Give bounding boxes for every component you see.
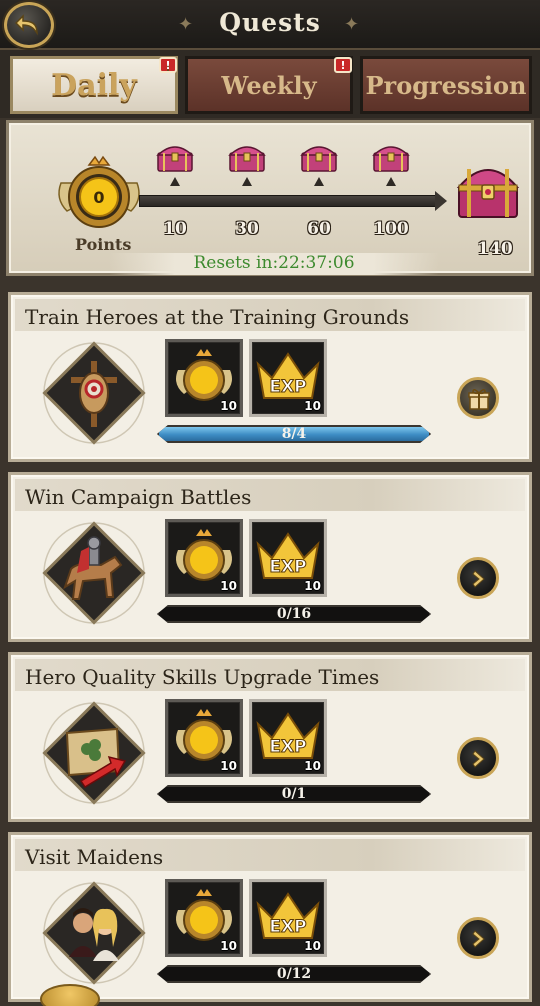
milestone-marker xyxy=(314,177,324,186)
reward-count: 10 xyxy=(220,759,237,773)
points-label: Points xyxy=(75,235,132,254)
milestone-value: 100 xyxy=(373,219,409,239)
chevron-right-icon xyxy=(472,570,485,588)
chest-icon xyxy=(300,146,338,172)
maidens-portrait-icon xyxy=(42,881,146,985)
milestone-value: 60 xyxy=(307,219,331,239)
quest-progress-text: 8/4 xyxy=(281,426,307,442)
reward-count: 10 xyxy=(304,579,321,593)
exp-label: EXP xyxy=(269,377,306,397)
quest-title: Hero Quality Skills Upgrade Times xyxy=(25,665,380,689)
chest-icon xyxy=(372,146,410,172)
quest-card: Visit Maidens 10 EXP 10 0/12 xyxy=(8,832,532,1002)
chest-icon xyxy=(228,146,266,172)
reward-count: 10 xyxy=(220,399,237,413)
reward-slot-points[interactable]: 10 xyxy=(165,879,243,957)
chest-icon xyxy=(156,146,194,172)
page-title: Quests xyxy=(219,8,321,37)
milestone-marker xyxy=(170,177,180,186)
reward-slot-points[interactable]: 10 xyxy=(165,699,243,777)
reward-slot-exp[interactable]: EXP 10 xyxy=(249,879,327,957)
points-track-tip xyxy=(435,191,447,211)
quest-progress-bar: 8/4 xyxy=(157,425,431,443)
milestone-chest-10[interactable] xyxy=(153,141,197,186)
title-ornament-right: ✦ xyxy=(344,14,360,35)
quest-title-bar: Train Heroes at the Training Grounds xyxy=(15,299,525,331)
reward-slot-exp[interactable]: EXP 10 xyxy=(249,699,327,777)
quest-title-bar: Hero Quality Skills Upgrade Times xyxy=(15,659,525,691)
tab-progression[interactable]: Progression xyxy=(360,56,532,114)
go-to-quest-button[interactable] xyxy=(457,917,499,959)
exp-label: EXP xyxy=(269,917,306,937)
quest-card: Win Campaign Battles 10 EXP 10 0/16 xyxy=(8,472,532,642)
points-current-value: 0 xyxy=(93,188,104,207)
chevron-right-icon xyxy=(472,930,485,948)
reward-slot-exp[interactable]: EXP 10 xyxy=(249,519,327,597)
reward-slot-exp[interactable]: EXP 10 xyxy=(249,339,327,417)
exp-label: EXP xyxy=(269,557,306,577)
go-to-quest-button[interactable] xyxy=(457,737,499,779)
reward-count: 10 xyxy=(304,759,321,773)
points-progress-track xyxy=(139,195,439,207)
tab-daily[interactable]: Daily ! xyxy=(10,56,178,114)
quest-progress-text: 0/16 xyxy=(276,606,312,622)
quest-title-bar: Visit Maidens xyxy=(15,839,525,871)
tab-weekly[interactable]: Weekly ! xyxy=(185,56,353,114)
exp-label: EXP xyxy=(269,737,306,757)
top-bar: ✦ Quests ✦ xyxy=(0,0,540,50)
knight-on-horse-icon xyxy=(42,521,146,625)
quest-card: Hero Quality Skills Upgrade Times 10 EXP… xyxy=(8,652,532,822)
tab-weekly-label: Weekly xyxy=(221,70,317,100)
milestone-marker xyxy=(242,177,252,186)
milestone-value: 30 xyxy=(235,219,259,239)
points-medal-icon: 0 xyxy=(58,155,140,228)
reward-slot-points[interactable]: 10 xyxy=(165,519,243,597)
final-milestone-value: 140 xyxy=(477,239,513,259)
daily-points-panel: 0 Points 10 30 60 100 140 Resets in:22:3… xyxy=(6,120,534,276)
big-chest-icon[interactable] xyxy=(455,159,521,221)
claim-reward-button[interactable] xyxy=(457,377,499,419)
tab-daily-alert-badge: ! xyxy=(159,57,177,73)
tab-daily-label: Daily xyxy=(51,67,137,103)
quest-progress-text: 0/1 xyxy=(281,786,307,802)
milestone-chest-100[interactable] xyxy=(369,141,413,186)
chevron-right-icon xyxy=(472,750,485,768)
quest-title: Visit Maidens xyxy=(25,845,164,869)
milestone-chest-60[interactable] xyxy=(297,141,341,186)
skill-scroll-upgrade-icon xyxy=(42,701,146,805)
gift-icon xyxy=(468,389,490,410)
quest-progress-bar: 0/1 xyxy=(157,785,431,803)
reward-slot-points[interactable]: 10 xyxy=(165,339,243,417)
quest-progress-bar: 0/16 xyxy=(157,605,431,623)
tab-bar: Daily ! Weekly ! Progression xyxy=(0,50,540,118)
quest-progress-bar: 0/12 xyxy=(157,965,431,983)
reward-count: 10 xyxy=(304,939,321,953)
reward-count: 10 xyxy=(220,939,237,953)
training-dummy-icon xyxy=(42,341,146,445)
quest-title: Win Campaign Battles xyxy=(25,485,252,509)
quest-progress-text: 0/12 xyxy=(276,966,312,982)
reset-timer: Resets in:22:37:06 xyxy=(109,253,439,275)
quest-title-bar: Win Campaign Battles xyxy=(15,479,525,511)
reward-count: 10 xyxy=(304,399,321,413)
coin-icon xyxy=(40,984,100,1006)
reward-count: 10 xyxy=(220,579,237,593)
quest-card: Train Heroes at the Training Grounds 10 … xyxy=(8,292,532,462)
quest-title: Train Heroes at the Training Grounds xyxy=(25,305,410,329)
go-to-quest-button[interactable] xyxy=(457,557,499,599)
milestone-marker xyxy=(386,177,396,186)
milestone-chest-30[interactable] xyxy=(225,141,269,186)
tab-progression-label: Progression xyxy=(365,70,527,100)
tab-weekly-alert-badge: ! xyxy=(334,57,352,73)
milestone-value: 10 xyxy=(163,219,187,239)
